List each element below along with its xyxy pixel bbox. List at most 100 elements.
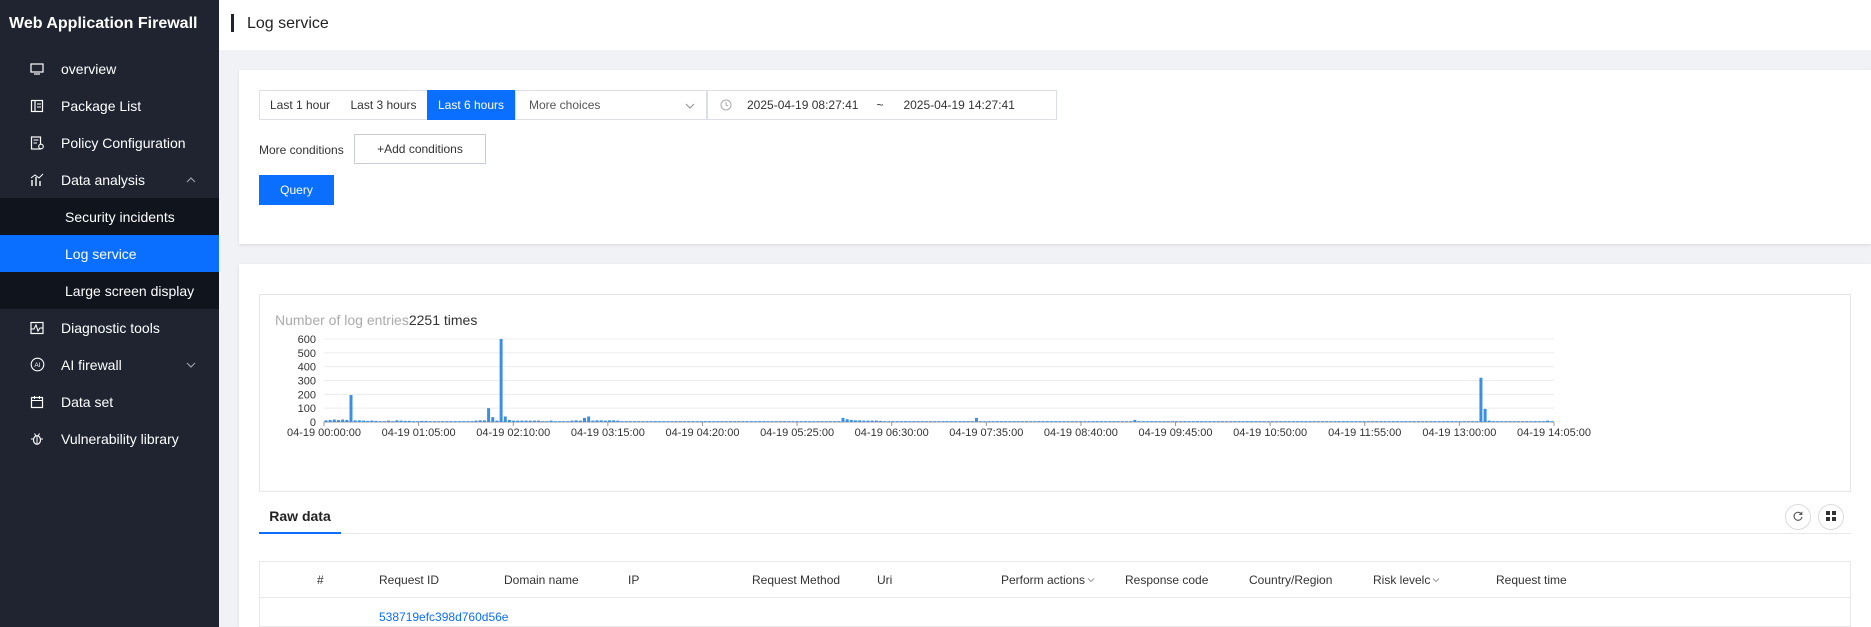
chart-bar: [1129, 421, 1133, 422]
chart-bar: [1029, 421, 1033, 422]
chart-bar: [1412, 421, 1416, 422]
sidebar-item-data-set[interactable]: Data set: [0, 383, 219, 420]
chart-bar: [1450, 421, 1454, 422]
chart-bar: [1012, 421, 1016, 422]
chart-bar: [1166, 421, 1170, 422]
sort-chevron-icon: [1087, 573, 1095, 583]
chart-bar: [1075, 421, 1078, 422]
sidebar-item-ai-firewall[interactable]: AI AI firewall: [0, 346, 219, 383]
chart-bar: [887, 421, 891, 422]
sidebar-item-data-analysis[interactable]: Data analysis: [0, 161, 219, 198]
chart-bar: [766, 421, 770, 422]
chart-bar: [1241, 421, 1245, 422]
column-header-request-method: Request Method: [752, 573, 841, 587]
chart-bar: [1225, 421, 1229, 422]
chart-bar: [441, 421, 445, 422]
chart-bar: [991, 421, 995, 422]
chart-bar: [1254, 421, 1258, 422]
query-button[interactable]: Query: [259, 175, 334, 205]
chart-bar: [849, 419, 853, 422]
date-range-picker[interactable]: 2025-04-19 08:27:41 ~ 2025-04-19 14:27:4…: [707, 90, 1057, 120]
sidebar-item-log-service[interactable]: Log service: [0, 235, 219, 272]
chart-bar: [987, 421, 991, 422]
page-header: Log service: [219, 0, 1871, 50]
column-settings-button[interactable]: [1818, 504, 1844, 530]
chart-bar: [545, 421, 549, 422]
range-last-6-hours-button[interactable]: Last 6 hours: [427, 90, 515, 120]
column-header-uri: Uri: [877, 573, 893, 587]
chart-bar: [962, 421, 966, 422]
x-tick-label: 04-19 14:05:00: [1517, 427, 1591, 439]
more-choices-select[interactable]: More choices: [515, 90, 707, 120]
end-time-input[interactable]: 2025-04-19 14:27:41: [903, 98, 1014, 112]
sidebar-item-large-screen-display[interactable]: Large screen display: [0, 272, 219, 309]
chart-bar: [1266, 421, 1270, 422]
column-header-label: Risk levelc: [1373, 573, 1431, 587]
chart-bar: [620, 421, 624, 422]
chart-bar: [1079, 421, 1083, 422]
refresh-icon: [1792, 510, 1804, 525]
chart-bar: [520, 420, 524, 422]
chart-bar: [749, 421, 753, 422]
calendar-icon: [29, 394, 45, 410]
chart-bar: [1329, 421, 1333, 422]
range-last-1-hour-button[interactable]: Last 1 hour: [259, 90, 341, 120]
chart-bar: [812, 421, 816, 422]
svg-text:AI: AI: [34, 362, 40, 369]
clock-icon: [720, 99, 732, 111]
chart-bar: [979, 421, 983, 422]
chart-bar: [720, 421, 724, 422]
chart-bar: [653, 421, 657, 422]
start-time-input[interactable]: 2025-04-19 08:27:41: [747, 98, 858, 112]
chart-bar: [1233, 421, 1237, 422]
chart-bar: [608, 420, 611, 422]
tab-raw-data[interactable]: Raw data: [259, 504, 341, 534]
sidebar-item-label: Data set: [61, 393, 114, 410]
chart-bar: [399, 420, 403, 422]
column-header-request-time: Request time: [1496, 573, 1567, 587]
chart-bar: [1279, 421, 1283, 422]
chart-bar: [774, 421, 778, 422]
chart-bar: [791, 421, 795, 422]
chart-bar: [407, 420, 411, 422]
x-tick-label: 04-19 03:15:00: [571, 427, 645, 439]
chart-bar: [920, 421, 924, 422]
chart-bar: [570, 420, 574, 422]
sidebar-item-vulnerability-library[interactable]: Vulnerability library: [0, 420, 219, 457]
chart-bar: [1162, 421, 1166, 422]
chart-bar: [1425, 421, 1429, 422]
chart-bar: [1550, 421, 1554, 422]
column-header-label: Perform actions: [1001, 573, 1086, 587]
sidebar-item-diagnostic-tools[interactable]: Diagnostic tools: [0, 309, 219, 346]
chart-bar: [1429, 421, 1433, 422]
request-id-link[interactable]: 538719efc398d760d56e: [379, 610, 508, 624]
chart-bar: [778, 421, 782, 422]
chart-bar: [762, 421, 766, 422]
sidebar-item-policy-configuration[interactable]: Policy Configuration: [0, 124, 219, 161]
column-header-risk-level[interactable]: Risk levelc: [1373, 573, 1440, 587]
sidebar-item-security-incidents[interactable]: Security incidents: [0, 198, 219, 235]
chart-bar: [1145, 421, 1149, 422]
sidebar-item-package-list[interactable]: Package List: [0, 87, 219, 124]
chart-bar: [612, 420, 616, 422]
sidebar-item-overview[interactable]: overview: [0, 50, 219, 87]
chart-bar: [370, 420, 374, 422]
chart-bar: [816, 421, 820, 422]
range-last-3-hours-button[interactable]: Last 3 hours: [340, 90, 428, 120]
refresh-button[interactable]: [1785, 504, 1811, 530]
package-icon: [29, 98, 45, 114]
chart-bar: [1341, 421, 1345, 422]
chart-bar: [366, 420, 370, 422]
chart-bar: [478, 420, 482, 422]
chart-bar: [983, 421, 987, 422]
chart-bar: [687, 421, 691, 422]
chart-bar: [753, 421, 757, 422]
chart-bar: [1216, 421, 1220, 422]
sidebar-item-label: Data analysis: [61, 171, 146, 188]
app-title: Web Application Firewall: [9, 15, 198, 32]
chart-bar: [1108, 421, 1112, 422]
data-tabs: Raw data: [259, 504, 1851, 534]
add-conditions-button[interactable]: +Add conditions: [354, 134, 486, 164]
x-tick-label: 04-19 11:55:00: [1328, 427, 1401, 439]
column-header-perform-actions[interactable]: Perform actions: [1001, 573, 1095, 587]
